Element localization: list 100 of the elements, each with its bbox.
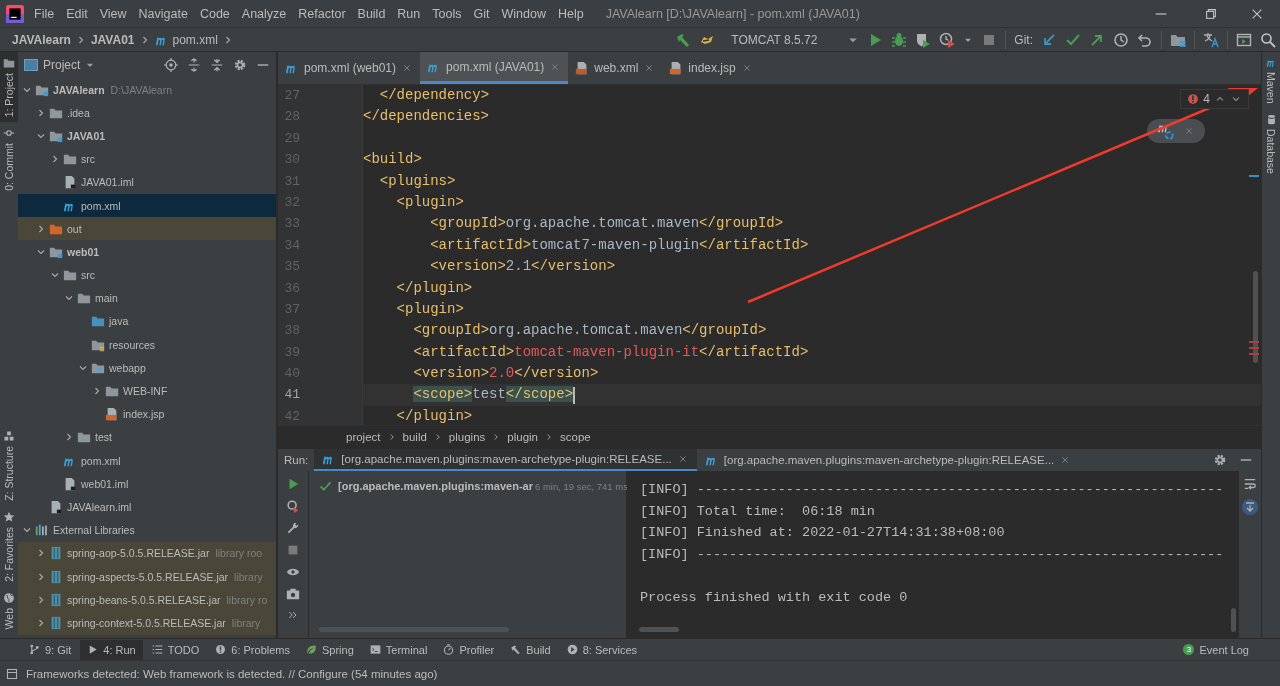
tool-window-button[interactable]: 1: Project [0,52,18,123]
item-label: .idea [67,106,90,119]
tree-item[interactable]: JAVAlearn.iml [18,495,276,519]
item-label: resources [109,338,156,351]
breadcrumb-item[interactable]: pom.xml [172,32,218,47]
tool-window-button[interactable]: Build [503,639,558,660]
menu-item[interactable]: View [93,6,133,21]
tree-item[interactable]: spring-aspects-5.0.5.RELEASE.jar library [18,564,276,589]
tree-item[interactable]: test [18,425,276,449]
breadcrumb-item[interactable]: plugins [448,431,486,443]
tree-item[interactable]: webapp [18,356,276,380]
item-label: main [95,292,118,305]
item-label: [org.apache.maven.plugins:maven-ar [338,480,533,492]
run-label: Run: [283,454,310,466]
tree-item[interactable]: src [18,263,276,287]
tree-item[interactable]: .idea [18,101,276,125]
menu-item[interactable]: Window [495,6,552,21]
code-line: <scope>test</scope> [412,385,574,405]
tool-window-button[interactable]: TODO [144,639,207,660]
tree-item[interactable]: pom.xml [18,193,276,218]
menu-item[interactable]: Run [391,6,427,21]
tool-window-button[interactable]: 6: Problems [208,639,297,660]
tool-window-button[interactable]: Database [1262,108,1280,179]
item-label: pom.xml [81,199,121,212]
code-line: </plugin> [395,406,473,425]
menu-item[interactable]: Tools [426,6,468,21]
breadcrumb-item[interactable]: plugin [507,431,538,443]
code-line: <artifactId>tomcat7-maven-plugin</artifactId> [429,235,809,255]
tree-item[interactable]: JAVA01.iml [18,170,276,194]
code-line: <version>2.1</version> [429,257,616,277]
item-label: pom.xml [81,454,121,467]
run-tree-item[interactable]: [org.apache.maven.plugins:maven-ar 6 min, 19 sec, 741 ms [309,475,626,497]
tree-item[interactable]: out [18,217,276,241]
editor-tab[interactable]: web.xml [568,52,663,84]
editor-tab[interactable]: pom.xml (web01) [278,52,421,84]
tree-item[interactable]: index.jsp [18,402,276,426]
run-tab[interactable]: [org.apache.maven.plugins:maven-archetype-plugin:RELEASE... [314,449,697,471]
breadcrumb-item[interactable]: scope [560,431,591,443]
item-label: JAVAlearn.iml [67,500,132,513]
run-tab[interactable]: [org.apache.maven.plugins:maven-archetype-plugin:RELEASE... [696,449,1080,471]
item-label: src [81,269,95,282]
tree-item[interactable]: spring-aop-5.0.5.RELEASE.jar library roo [18,541,276,565]
problems-widget[interactable]: 4 [1180,89,1249,109]
item-hint: library [234,570,263,583]
tool-window-button[interactable]: Z: Structure [0,424,18,506]
item-label: java [109,315,129,328]
tree-item[interactable]: JAVA01 [18,124,276,148]
tree-item[interactable]: java [18,309,276,334]
menu-item[interactable]: Refactor [292,6,352,21]
elapsed-time: 6 min, 19 sec, 741 ms [535,480,628,492]
breadcrumb-item[interactable]: JAVAlearn [12,32,71,47]
menu-item[interactable]: Build [351,6,392,21]
run-configuration-dropdown[interactable]: TOMCAT 8.5.72 [731,32,818,47]
tool-window-button[interactable]: Terminal [362,639,435,660]
tree-item[interactable]: spring-beans-5.0.5.RELEASE.jar library ro [18,588,276,612]
tool-window-button[interactable]: Web [0,586,18,634]
tool-window-button[interactable]: 8: Services [559,639,645,660]
breadcrumb-item[interactable]: build [402,431,427,443]
item-label: spring-context-5.0.5.RELEASE.jar [67,616,226,629]
tree-item[interactable]: pom.xml [18,449,276,473]
item-label: WEB-INF [123,385,168,398]
menu-item[interactable]: Git [467,6,496,21]
tool-window-button[interactable]: Maven [1262,52,1280,109]
code-line: <groupId>org.apache.tomcat.maven</groupId> [429,214,784,234]
console-line: [INFO] ----------------------------------------------------------------- [640,545,1225,564]
tree-item[interactable]: src [18,147,276,171]
tree-item[interactable]: External Libraries [18,518,276,542]
code-line: <plugins> [378,171,456,191]
tree-item[interactable]: JAVAlearn D:\JAVAlearn [18,78,276,102]
code-line: </dependency> [378,86,490,105]
tree-item[interactable]: main [18,286,276,310]
tree-item[interactable]: resources [18,333,276,357]
menu-item[interactable]: Help [551,6,590,21]
editor-tab[interactable]: index.jsp [662,52,760,84]
code-line: <artifactId>tomcat-maven-plugin-it</artifactId> [412,342,809,362]
tool-window-button[interactable]: 4: Run [80,639,143,660]
count-badge: 3 [1183,644,1195,655]
tree-item[interactable]: spring-context-5.0.5.RELEASE.jar library [18,611,276,635]
code-line: <plugin> [395,299,464,319]
editor-tab[interactable]: pom.xml (JAVA01) [420,52,569,84]
menu-item[interactable]: Code [193,6,236,21]
menu-item[interactable]: Analyze [235,6,293,21]
tree-item[interactable]: web01.iml [18,472,276,496]
tool-window-button[interactable]: 2: Favorites [0,505,18,587]
menu-item[interactable]: Navigate [132,6,194,21]
tree-item[interactable]: WEB-INF [18,379,276,403]
breadcrumb-item[interactable]: project [346,431,381,443]
console-line: Process finished with exit code 0 [640,588,909,607]
tree-item[interactable]: web01 [18,240,276,264]
menu-item[interactable]: Edit [60,6,94,21]
console-line: [INFO] Total time: 06:18 min [640,502,876,521]
tool-window-button[interactable]: Spring [299,639,361,660]
tool-window-button[interactable]: 0: Commit [0,122,18,197]
tool-window-button[interactable]: Profiler [436,639,502,660]
event-log-button[interactable]: 3 Event Log [1176,639,1256,660]
breadcrumb-item[interactable]: JAVA01 [90,32,135,47]
project-view-dropdown[interactable]: Project [24,58,96,72]
menu-item[interactable]: File [28,6,61,21]
item-label: spring-aspects-5.0.5.RELEASE.jar [67,570,229,583]
tool-window-button[interactable]: 9: Git [22,639,79,660]
